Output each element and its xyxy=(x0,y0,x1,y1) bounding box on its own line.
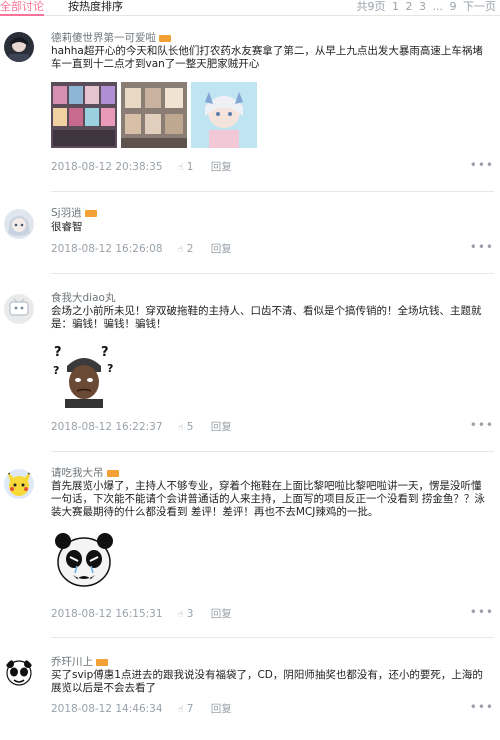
comment-text: 会场之小前所未见！穿双破拖鞋的主持人、口齿不清、看似是个搞传销的！全场坑钱、主题… xyxy=(51,305,482,331)
divider xyxy=(51,637,494,638)
next-page-link[interactable]: 下一页 xyxy=(463,0,496,13)
level-badge xyxy=(159,34,171,42)
comment-text: 首先展览小爆了，主持人不够专业，穿着个拖鞋在上面比黎吧啦比黎吧啦讲一天，愣是没听… xyxy=(51,480,485,519)
like-count: 1 xyxy=(186,161,194,173)
avatar[interactable] xyxy=(4,658,34,688)
divider xyxy=(51,273,494,274)
comment-meta: 2018-08-12 14:46:34 ☝ 7 回复 xyxy=(51,702,232,717)
page-total: 共9页 xyxy=(356,0,386,13)
more-dots-icon[interactable]: ••• xyxy=(470,158,494,172)
attached-image-1[interactable] xyxy=(51,82,117,148)
username-text[interactable]: 请吃我大吊 xyxy=(51,467,104,479)
more-dots-icon[interactable]: ••• xyxy=(470,605,494,619)
comment-time: 2018-08-12 14:46:34 xyxy=(51,703,163,715)
comment-text: 买了svip傅惠1点进去的跟我说没有福袋了，CD，阴阳师抽奖也都没有，还小的要死… xyxy=(51,669,483,695)
avatar[interactable] xyxy=(4,32,34,62)
like-count: 2 xyxy=(186,243,194,255)
page-3-link[interactable]: 3 xyxy=(419,0,426,13)
reply-button[interactable]: 回复 xyxy=(211,703,232,715)
comment-time: 2018-08-12 16:26:08 xyxy=(51,243,163,255)
svg-text:?: ? xyxy=(54,345,62,360)
username-text[interactable]: 食我大diao丸 xyxy=(51,292,115,304)
attached-image-2[interactable] xyxy=(121,82,187,148)
thumbs-up-icon: ☝ xyxy=(177,705,184,715)
like-count: 5 xyxy=(186,421,194,433)
comment-item: 德莉傻世界第一可爱啦 hahha超开心的今天和队长他们打农药水友赛拿了第二，从早… xyxy=(0,30,500,192)
reply-button[interactable]: 回复 xyxy=(211,421,232,433)
like-count: 7 xyxy=(186,703,194,715)
comment-item: 请吃我大吊 首先展览小爆了，主持人不够专业，穿着个拖鞋在上面比黎吧啦比黎吧啦讲一… xyxy=(0,465,500,638)
page-1-link[interactable]: 1 xyxy=(392,0,399,13)
comment-time: 2018-08-12 16:22:37 xyxy=(51,421,163,433)
comment-meta: 2018-08-12 16:22:37 ☝ 5 回复 xyxy=(51,420,232,435)
username[interactable]: Sj羽逍 xyxy=(51,206,97,220)
more-dots-icon[interactable]: ••• xyxy=(470,418,494,432)
tab-bar: 全部讨论 按热度排序 共9页 1 2 3 ... 9 下一页 xyxy=(0,0,500,16)
comment-meta: 2018-08-12 16:26:08 ☝ 2 回复 xyxy=(51,242,232,257)
comment-text: hahha超开心的今天和队长他们打农药水友赛拿了第二，从早上九点出发大暴雨高速上… xyxy=(51,45,483,71)
svg-text:?: ? xyxy=(53,364,59,377)
avatar[interactable] xyxy=(4,209,34,239)
like-button[interactable]: ☝ 5 xyxy=(178,421,194,433)
reply-button[interactable]: 回复 xyxy=(211,161,232,173)
username-text[interactable]: 乔玕川上 xyxy=(51,656,93,668)
username-text[interactable]: Sj羽逍 xyxy=(51,207,82,219)
comment-time: 2018-08-12 20:38:35 xyxy=(51,161,163,173)
thumbs-up-icon: ☝ xyxy=(177,245,184,255)
like-button[interactable]: ☝ 1 xyxy=(178,161,194,173)
comment-item: 乔玕川上 买了svip傅惠1点进去的跟我说没有福袋了，CD，阴阳师抽奖也都没有，… xyxy=(0,654,500,740)
more-dots-icon[interactable]: ••• xyxy=(470,700,494,714)
more-dots-icon[interactable]: ••• xyxy=(470,240,494,254)
comment-item: Sj羽逍 很睿智 2018-08-12 16:26:08 ☝ 2 回复 ••• xyxy=(0,205,500,274)
page-2-link[interactable]: 2 xyxy=(406,0,413,13)
page-ellipsis: ... xyxy=(432,0,444,13)
like-count: 3 xyxy=(186,608,194,620)
username-text[interactable]: 德莉傻世界第一可爱啦 xyxy=(51,32,156,44)
comment-meta: 2018-08-12 16:15:31 ☝ 3 回复 xyxy=(51,607,232,622)
reply-button[interactable]: 回复 xyxy=(211,243,232,255)
pagination: 共9页 1 2 3 ... 9 下一页 xyxy=(354,0,497,14)
comment-text: 很睿智 xyxy=(51,221,83,233)
svg-text:?: ? xyxy=(107,362,113,375)
divider xyxy=(51,451,494,452)
comment-time: 2018-08-12 16:15:31 xyxy=(51,608,163,620)
level-badge xyxy=(106,469,119,477)
attached-image-3[interactable] xyxy=(191,82,257,148)
comment-meta: 2018-08-12 20:38:35 ☝ 1 回复 xyxy=(51,160,232,175)
like-button[interactable]: ☝ 2 xyxy=(178,243,194,255)
username[interactable]: 德莉傻世界第一可爱啦 xyxy=(51,31,171,45)
comment-item: 食我大diao丸 会场之小前所未见！穿双破拖鞋的主持人、口齿不清、看似是个搞传销… xyxy=(0,290,500,452)
username[interactable]: 请吃我大吊 xyxy=(51,466,119,480)
tab-all-discussion[interactable]: 全部讨论 xyxy=(0,0,44,16)
avatar[interactable] xyxy=(4,294,34,324)
thumbs-up-icon: ☝ xyxy=(177,610,184,620)
username[interactable]: 乔玕川上 xyxy=(51,655,108,669)
like-button[interactable]: ☝ 3 xyxy=(178,608,194,620)
reply-button[interactable]: 回复 xyxy=(211,608,232,620)
svg-text:?: ? xyxy=(101,345,109,360)
attached-image[interactable]: ???? xyxy=(51,342,117,408)
attached-image[interactable] xyxy=(51,529,117,595)
divider xyxy=(51,191,494,192)
thumbs-up-icon: ☝ xyxy=(177,423,184,433)
thumbs-up-icon: ☝ xyxy=(177,163,184,173)
tab-sort-by-hot[interactable]: 按热度排序 xyxy=(68,0,123,14)
username[interactable]: 食我大diao丸 xyxy=(51,291,115,305)
level-badge xyxy=(84,209,97,217)
like-button[interactable]: ☝ 7 xyxy=(178,703,194,715)
level-badge xyxy=(96,658,108,666)
avatar[interactable] xyxy=(4,469,34,499)
page-9-link[interactable]: 9 xyxy=(450,0,457,13)
